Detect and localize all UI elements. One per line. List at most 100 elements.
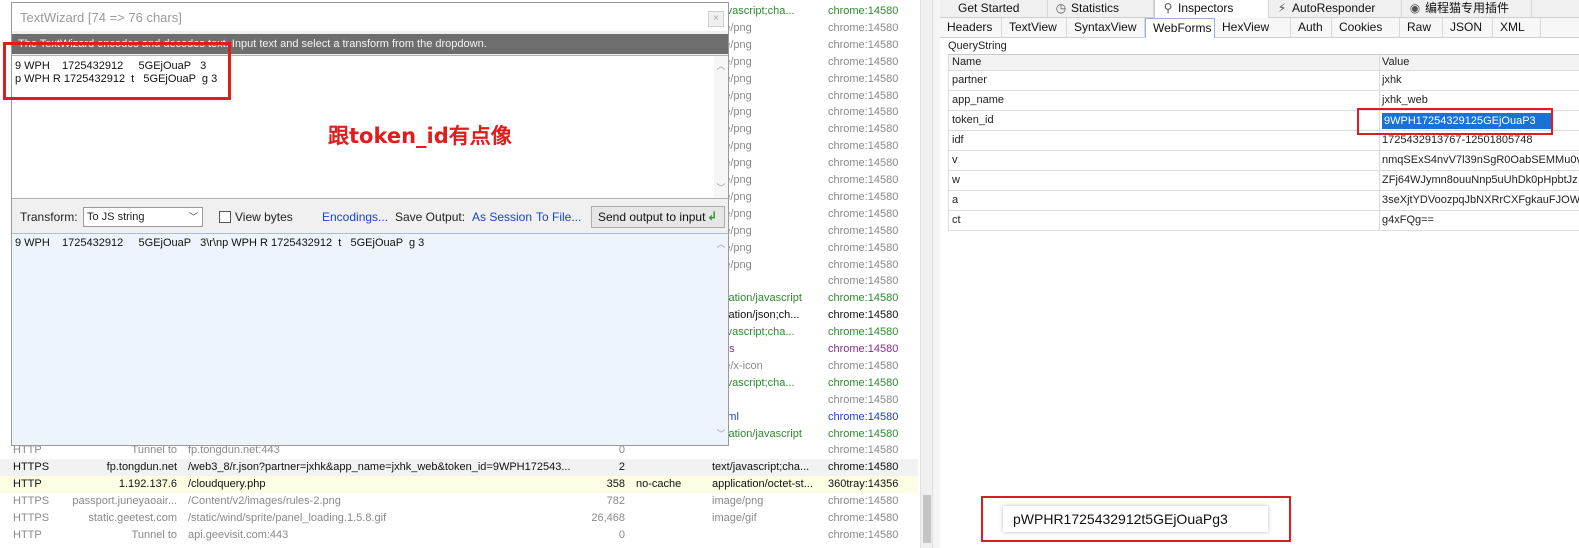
session-process: chrome:14580 (828, 427, 899, 440)
session-url: /Content/v2/images/rules-2.png (188, 495, 341, 508)
tab-plugin[interactable]: ◉ 编程猫专用插件 (1402, 0, 1532, 18)
output-scrollbar[interactable]: ︿ ﹀ (714, 234, 728, 444)
session-row[interactable]: HTTP Tunnel to api.geevisit.com:443 0 chrome… (0, 527, 918, 544)
tab-statistics[interactable]: ◷ Statistics (1048, 0, 1154, 18)
subtab-raw[interactable]: Raw (1400, 18, 1443, 38)
send-output-label: Send output to input (598, 210, 706, 224)
subtab-headers[interactable]: Headers (940, 18, 1002, 38)
pane-splitter[interactable] (932, 0, 940, 548)
scroll-up-icon[interactable]: ︿ (714, 60, 728, 72)
chevron-down-icon: ﹀ (188, 212, 198, 222)
session-process: chrome:14580 (828, 5, 899, 17)
param-name[interactable]: a (948, 191, 1380, 210)
session-process: chrome:14580 (828, 241, 899, 254)
subtab-textview[interactable]: TextView (1002, 18, 1067, 38)
session-process: chrome:14580 (828, 89, 899, 102)
inspectors-pane: Get Started ◷ Statistics ⚲ Inspectors ⚡ AutoRe… (940, 0, 1579, 548)
session-process: chrome:14580 (828, 512, 899, 524)
session-process: chrome:14580 (828, 410, 899, 423)
session-process: chrome:14580 (828, 444, 899, 457)
view-bytes-label[interactable]: View bytes (235, 210, 293, 224)
session-process: chrome:14580 (828, 376, 899, 389)
tab-get-started[interactable]: Get Started (952, 0, 1048, 18)
close-icon[interactable]: × (708, 11, 724, 27)
subtab-webforms[interactable]: WebForms (1145, 18, 1215, 38)
querystring-grid[interactable]: Name Value partner jxhk app_name jxhk_web to… (948, 54, 1579, 231)
session-body-size: 782 (606, 495, 625, 508)
param-value[interactable]: g4xFQg== (1380, 211, 1579, 230)
session-row[interactable]: HTTPS fp.tongdun.net/web3_8/r.json?partne… (0, 459, 918, 477)
annotation-note: 跟token_id有点像 (328, 124, 512, 148)
grid-header-row: Name Value (948, 55, 1579, 71)
querystring-row[interactable]: w ZFj64WJymn8ouuNnp5uUhDk0pHpbtJz (948, 171, 1579, 191)
param-name[interactable]: v (948, 151, 1380, 170)
querystring-row[interactable]: partner jxhk (948, 71, 1579, 91)
textwizard-output-text[interactable]: 9 WPH 1725432912 5GEjOuaP 3\r\np WPH R 1… (15, 237, 424, 249)
textwizard-title: TextWizard [74 => 76 chars] (20, 10, 182, 25)
session-body-size: 26,468 (591, 512, 625, 524)
session-protocol: HTTPS (13, 495, 50, 508)
param-name[interactable]: idf (948, 131, 1380, 150)
session-caching: no-cache (636, 478, 682, 491)
tab-label: Get Started (958, 1, 1020, 15)
param-name[interactable]: partner (948, 71, 1380, 90)
encodings-link[interactable]: Encodings... (322, 210, 388, 224)
session-process: chrome:14580 (828, 157, 899, 170)
scroll-down-icon[interactable]: ﹀ (714, 428, 728, 440)
save-to-file-link[interactable]: To File... (536, 210, 581, 224)
param-name[interactable]: token_id (948, 111, 1380, 130)
param-value[interactable]: 3seXjtYDVoozpqJbNXRrCXFgkauFJOWI (1380, 191, 1579, 210)
column-header-name[interactable]: Name (948, 55, 1380, 70)
column-header-value[interactable]: Value (1380, 55, 1579, 70)
tab-autoresponder[interactable]: ⚡ AutoResponder (1269, 0, 1402, 18)
session-process: chrome:14580 (828, 461, 899, 474)
transform-dropdown[interactable]: To JS string ﹀ (83, 207, 203, 227)
param-name[interactable]: ct (948, 211, 1380, 230)
session-url: /web3_8/r.json?partner=jxhk&app_name=jxh… (188, 461, 571, 474)
querystring-row[interactable]: a 3seXjtYDVoozpqJbNXRrCXFgkauFJOWI (948, 191, 1579, 211)
session-process: chrome:14580 (828, 106, 899, 119)
view-bytes-checkbox[interactable] (219, 211, 231, 223)
session-url: api.geevisit.com:443 (188, 528, 289, 541)
subtab-cookies[interactable]: Cookies (1332, 18, 1400, 38)
session-content-type: image/gif (712, 512, 757, 524)
param-name[interactable]: w (948, 171, 1380, 190)
session-content-type: application/octet-st... (712, 478, 813, 491)
session-row[interactable]: HTTPS static.geetest.com/static/wind/spri… (0, 510, 918, 527)
session-row[interactable]: HTTP 1.192.137.6/cloudquery.php 358 no-cach… (0, 476, 918, 494)
querystring-row[interactable]: ct g4xFQg== (948, 211, 1579, 231)
session-process: chrome:14580 (828, 359, 899, 372)
session-process: chrome:14580 (828, 207, 899, 220)
session-host: fp.tongdun.net (106, 461, 177, 474)
input-scrollbar[interactable]: ︿ ﹀ (714, 56, 728, 198)
send-output-to-input-button[interactable]: Send output to input ↲ (591, 206, 725, 228)
inspector-subtab-strip: Headers TextView SyntaxView WebForms HexView… (940, 18, 1579, 38)
session-row[interactable]: HTTPS passport.juneyaoair... /Content/v2/i… (0, 493, 918, 510)
tab-label: Inspectors (1178, 1, 1234, 15)
subtab-hexview[interactable]: HexView (1215, 18, 1291, 38)
session-process: chrome:14580 (828, 190, 899, 203)
scroll-down-icon[interactable]: ﹀ (714, 182, 728, 194)
session-process: chrome:14580 (828, 343, 899, 355)
subtab-json[interactable]: JSON (1443, 18, 1493, 38)
scrollbar-thumb[interactable] (923, 495, 931, 543)
scroll-up-icon[interactable]: ︿ (714, 238, 728, 250)
textwizard-output-area[interactable]: 9 WPH 1725432912 5GEjOuaP 3\r\np WPH R 1… (12, 233, 728, 445)
querystring-row[interactable]: v nmqSExS4nvV7l39nSgR0OabSEMMu0vO (948, 151, 1579, 171)
subtab-xml[interactable]: XML (1493, 18, 1541, 38)
session-host: Tunnel to (131, 528, 177, 541)
plugin-color-icon: ◉ (1409, 1, 1421, 15)
param-name[interactable]: app_name (948, 91, 1380, 110)
param-value[interactable]: ZFj64WJymn8ouuNnp5uUhDk0pHpbtJz (1380, 171, 1579, 190)
session-protocol: HTTPS (13, 461, 50, 474)
session-body-size: 358 (606, 478, 625, 491)
session-process: chrome:14580 (828, 21, 899, 34)
save-as-session-link[interactable]: As Session (472, 210, 532, 224)
subtab-syntaxview[interactable]: SyntaxView (1067, 18, 1145, 38)
subtab-auth[interactable]: Auth (1291, 18, 1332, 38)
param-value[interactable]: jxhk (1380, 71, 1579, 90)
tab-inspectors[interactable]: ⚲ Inspectors (1154, 0, 1269, 18)
param-value[interactable]: nmqSExS4nvV7l39nSgR0OabSEMMu0vO (1380, 151, 1579, 170)
session-body-size: 0 (618, 528, 625, 541)
session-list-scrollbar[interactable] (920, 0, 932, 548)
